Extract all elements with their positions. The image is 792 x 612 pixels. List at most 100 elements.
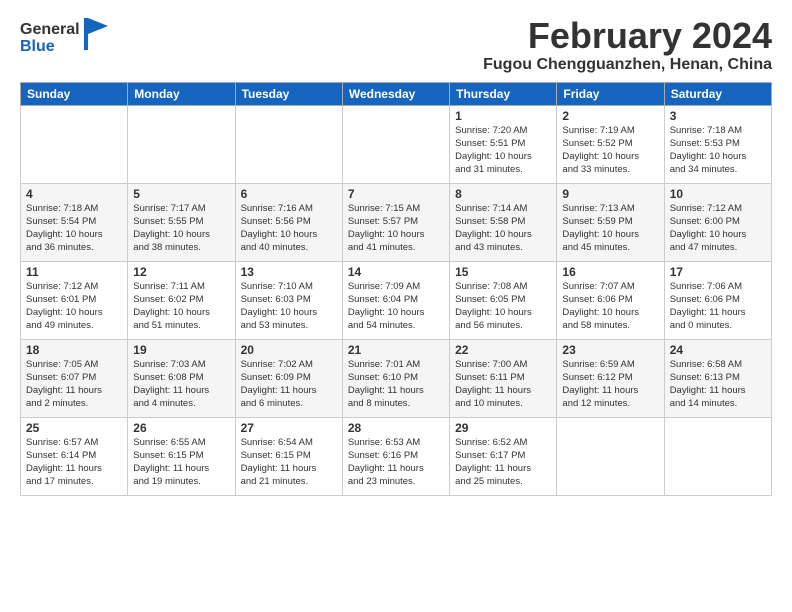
calendar-cell: 26Sunrise: 6:55 AM Sunset: 6:15 PM Dayli… [128, 417, 235, 495]
day-number: 13 [241, 265, 337, 279]
calendar-cell: 16Sunrise: 7:07 AM Sunset: 6:06 PM Dayli… [557, 261, 664, 339]
month-title: February 2024 [483, 16, 772, 56]
calendar-cell: 24Sunrise: 6:58 AM Sunset: 6:13 PM Dayli… [664, 339, 771, 417]
day-info: Sunrise: 7:18 AM Sunset: 5:54 PM Dayligh… [26, 202, 122, 255]
location: Fugou Chengguanzhen, Henan, China [483, 56, 772, 74]
day-number: 29 [455, 421, 551, 435]
day-info: Sunrise: 7:01 AM Sunset: 6:10 PM Dayligh… [348, 358, 444, 411]
day-number: 11 [26, 265, 122, 279]
calendar-cell: 23Sunrise: 6:59 AM Sunset: 6:12 PM Dayli… [557, 339, 664, 417]
col-tuesday: Tuesday [235, 82, 342, 105]
calendar-cell: 6Sunrise: 7:16 AM Sunset: 5:56 PM Daylig… [235, 183, 342, 261]
calendar-cell: 12Sunrise: 7:11 AM Sunset: 6:02 PM Dayli… [128, 261, 235, 339]
calendar-cell: 17Sunrise: 7:06 AM Sunset: 6:06 PM Dayli… [664, 261, 771, 339]
calendar-cell: 18Sunrise: 7:05 AM Sunset: 6:07 PM Dayli… [21, 339, 128, 417]
day-info: Sunrise: 7:09 AM Sunset: 6:04 PM Dayligh… [348, 280, 444, 333]
day-info: Sunrise: 7:19 AM Sunset: 5:52 PM Dayligh… [562, 124, 658, 177]
calendar-cell: 7Sunrise: 7:15 AM Sunset: 5:57 PM Daylig… [342, 183, 449, 261]
day-number: 10 [670, 187, 766, 201]
calendar-week-1: 1Sunrise: 7:20 AM Sunset: 5:51 PM Daylig… [21, 105, 772, 183]
day-number: 8 [455, 187, 551, 201]
day-info: Sunrise: 6:52 AM Sunset: 6:17 PM Dayligh… [455, 436, 551, 489]
logo-svg: General Blue [20, 16, 110, 58]
calendar-cell: 25Sunrise: 6:57 AM Sunset: 6:14 PM Dayli… [21, 417, 128, 495]
calendar-cell [664, 417, 771, 495]
col-saturday: Saturday [664, 82, 771, 105]
day-info: Sunrise: 7:15 AM Sunset: 5:57 PM Dayligh… [348, 202, 444, 255]
day-info: Sunrise: 7:17 AM Sunset: 5:55 PM Dayligh… [133, 202, 229, 255]
calendar-cell: 22Sunrise: 7:00 AM Sunset: 6:11 PM Dayli… [450, 339, 557, 417]
calendar-cell: 4Sunrise: 7:18 AM Sunset: 5:54 PM Daylig… [21, 183, 128, 261]
day-number: 12 [133, 265, 229, 279]
day-number: 19 [133, 343, 229, 357]
day-number: 15 [455, 265, 551, 279]
col-friday: Friday [557, 82, 664, 105]
col-monday: Monday [128, 82, 235, 105]
calendar-week-2: 4Sunrise: 7:18 AM Sunset: 5:54 PM Daylig… [21, 183, 772, 261]
calendar-cell: 1Sunrise: 7:20 AM Sunset: 5:51 PM Daylig… [450, 105, 557, 183]
calendar-cell [21, 105, 128, 183]
day-info: Sunrise: 7:10 AM Sunset: 6:03 PM Dayligh… [241, 280, 337, 333]
day-info: Sunrise: 6:58 AM Sunset: 6:13 PM Dayligh… [670, 358, 766, 411]
day-info: Sunrise: 6:53 AM Sunset: 6:16 PM Dayligh… [348, 436, 444, 489]
calendar-cell: 10Sunrise: 7:12 AM Sunset: 6:00 PM Dayli… [664, 183, 771, 261]
day-number: 22 [455, 343, 551, 357]
calendar-cell: 3Sunrise: 7:18 AM Sunset: 5:53 PM Daylig… [664, 105, 771, 183]
page: General Blue February 2024 Fugou Chenggu… [0, 0, 792, 612]
day-info: Sunrise: 7:08 AM Sunset: 6:05 PM Dayligh… [455, 280, 551, 333]
calendar-cell: 20Sunrise: 7:02 AM Sunset: 6:09 PM Dayli… [235, 339, 342, 417]
calendar-week-3: 11Sunrise: 7:12 AM Sunset: 6:01 PM Dayli… [21, 261, 772, 339]
day-number: 1 [455, 109, 551, 123]
day-info: Sunrise: 7:00 AM Sunset: 6:11 PM Dayligh… [455, 358, 551, 411]
calendar-week-5: 25Sunrise: 6:57 AM Sunset: 6:14 PM Dayli… [21, 417, 772, 495]
calendar-cell: 21Sunrise: 7:01 AM Sunset: 6:10 PM Dayli… [342, 339, 449, 417]
day-number: 25 [26, 421, 122, 435]
calendar-cell: 13Sunrise: 7:10 AM Sunset: 6:03 PM Dayli… [235, 261, 342, 339]
calendar-cell: 14Sunrise: 7:09 AM Sunset: 6:04 PM Dayli… [342, 261, 449, 339]
day-number: 16 [562, 265, 658, 279]
col-thursday: Thursday [450, 82, 557, 105]
day-info: Sunrise: 7:02 AM Sunset: 6:09 PM Dayligh… [241, 358, 337, 411]
calendar-cell: 9Sunrise: 7:13 AM Sunset: 5:59 PM Daylig… [557, 183, 664, 261]
title-area: February 2024 Fugou Chengguanzhen, Henan… [483, 16, 772, 74]
day-info: Sunrise: 7:12 AM Sunset: 6:01 PM Dayligh… [26, 280, 122, 333]
day-number: 6 [241, 187, 337, 201]
day-info: Sunrise: 7:14 AM Sunset: 5:58 PM Dayligh… [455, 202, 551, 255]
day-info: Sunrise: 7:18 AM Sunset: 5:53 PM Dayligh… [670, 124, 766, 177]
calendar-cell: 15Sunrise: 7:08 AM Sunset: 6:05 PM Dayli… [450, 261, 557, 339]
svg-text:Blue: Blue [20, 38, 55, 55]
logo: General Blue [20, 16, 110, 58]
day-number: 2 [562, 109, 658, 123]
svg-text:General: General [20, 21, 80, 38]
calendar-cell: 28Sunrise: 6:53 AM Sunset: 6:16 PM Dayli… [342, 417, 449, 495]
day-info: Sunrise: 7:03 AM Sunset: 6:08 PM Dayligh… [133, 358, 229, 411]
day-number: 9 [562, 187, 658, 201]
day-number: 28 [348, 421, 444, 435]
day-info: Sunrise: 7:05 AM Sunset: 6:07 PM Dayligh… [26, 358, 122, 411]
calendar-cell: 27Sunrise: 6:54 AM Sunset: 6:15 PM Dayli… [235, 417, 342, 495]
day-info: Sunrise: 6:57 AM Sunset: 6:14 PM Dayligh… [26, 436, 122, 489]
day-number: 26 [133, 421, 229, 435]
calendar-cell: 19Sunrise: 7:03 AM Sunset: 6:08 PM Dayli… [128, 339, 235, 417]
day-info: Sunrise: 7:06 AM Sunset: 6:06 PM Dayligh… [670, 280, 766, 333]
day-info: Sunrise: 6:54 AM Sunset: 6:15 PM Dayligh… [241, 436, 337, 489]
day-info: Sunrise: 7:13 AM Sunset: 5:59 PM Dayligh… [562, 202, 658, 255]
calendar-cell [128, 105, 235, 183]
calendar-cell [235, 105, 342, 183]
day-info: Sunrise: 7:12 AM Sunset: 6:00 PM Dayligh… [670, 202, 766, 255]
calendar-cell: 5Sunrise: 7:17 AM Sunset: 5:55 PM Daylig… [128, 183, 235, 261]
day-number: 5 [133, 187, 229, 201]
day-number: 21 [348, 343, 444, 357]
day-info: Sunrise: 7:16 AM Sunset: 5:56 PM Dayligh… [241, 202, 337, 255]
col-sunday: Sunday [21, 82, 128, 105]
day-number: 20 [241, 343, 337, 357]
day-number: 17 [670, 265, 766, 279]
day-number: 18 [26, 343, 122, 357]
day-number: 24 [670, 343, 766, 357]
calendar-cell [342, 105, 449, 183]
calendar-cell: 29Sunrise: 6:52 AM Sunset: 6:17 PM Dayli… [450, 417, 557, 495]
day-info: Sunrise: 7:11 AM Sunset: 6:02 PM Dayligh… [133, 280, 229, 333]
day-info: Sunrise: 7:20 AM Sunset: 5:51 PM Dayligh… [455, 124, 551, 177]
day-info: Sunrise: 7:07 AM Sunset: 6:06 PM Dayligh… [562, 280, 658, 333]
day-number: 7 [348, 187, 444, 201]
